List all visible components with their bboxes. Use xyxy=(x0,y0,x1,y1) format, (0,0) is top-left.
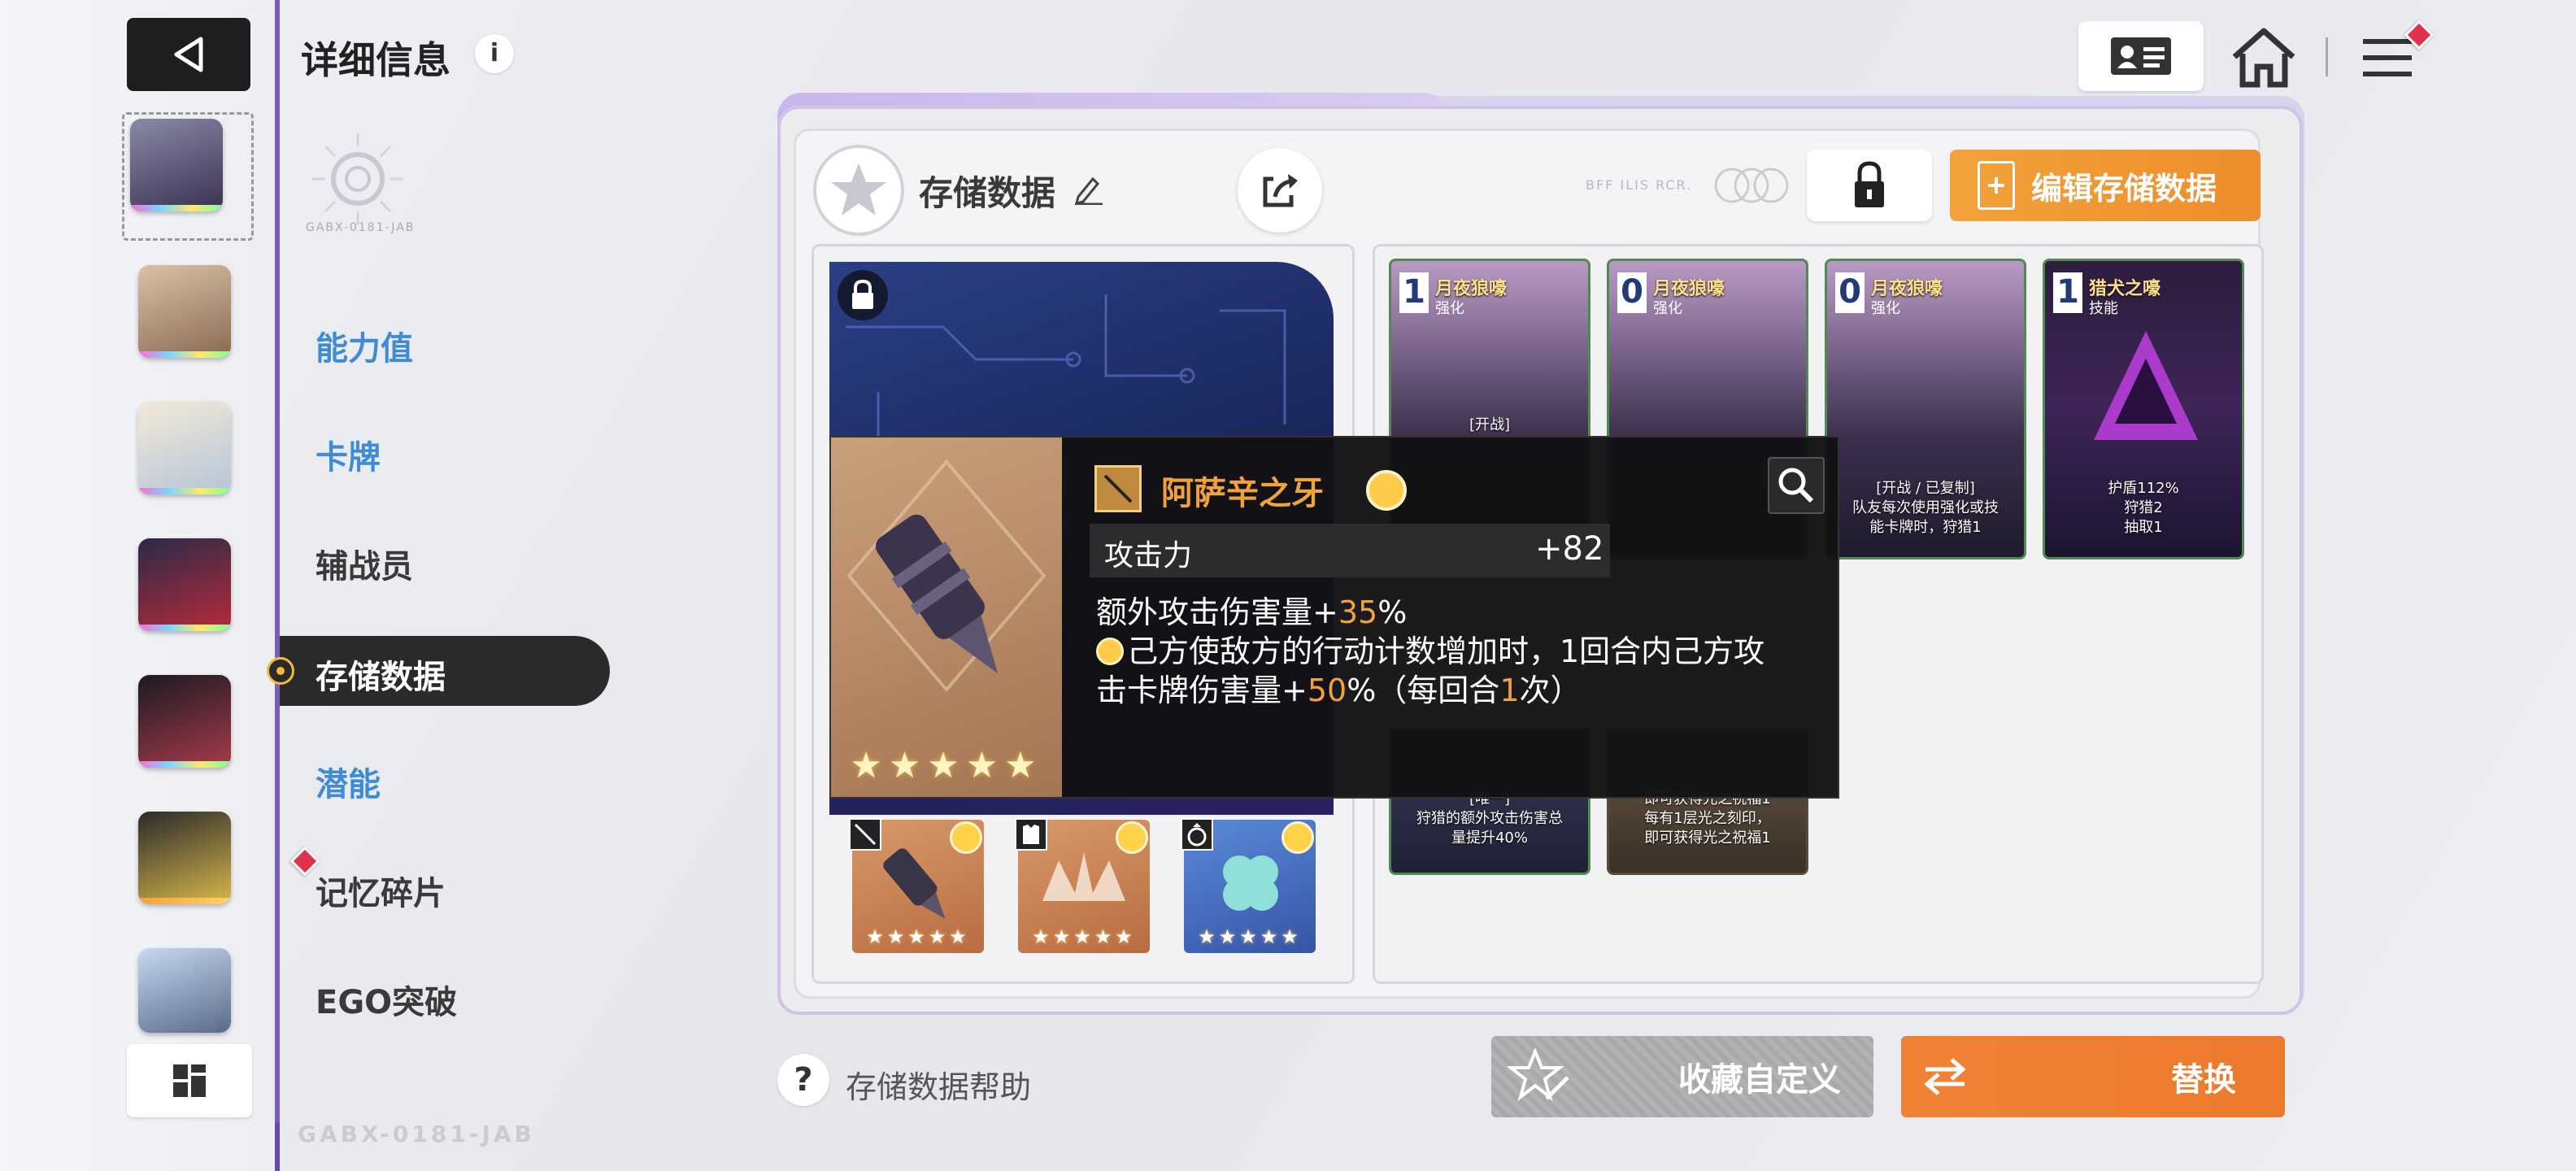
sun-badge-icon xyxy=(950,821,982,854)
info-button[interactable]: i xyxy=(475,34,514,73)
gauntlet-art-icon xyxy=(846,459,1046,693)
card-type: 技能 xyxy=(2089,300,2118,317)
id-card-icon xyxy=(2111,37,2171,75)
armor-type-icon xyxy=(1015,818,1047,851)
storage-badge xyxy=(813,145,904,236)
edit-card-icon xyxy=(1978,161,2015,210)
menu-cards[interactable]: 卡牌 xyxy=(315,431,381,478)
effect-line-1: 额外攻击伤害量+35% xyxy=(1096,594,1408,630)
edit-storage-button[interactable]: 编辑存储数据 xyxy=(1950,150,2261,221)
avatar-character-3[interactable] xyxy=(138,402,231,494)
replace-label: 替换 xyxy=(2171,1061,2236,1099)
grid-view-button[interactable] xyxy=(127,1044,252,1117)
stat-name: 攻击力 xyxy=(1104,539,1193,572)
item-name: 阿萨辛之牙 xyxy=(1161,475,1324,512)
avatar-wolf[interactable] xyxy=(130,119,223,211)
card-type: 强化 xyxy=(1435,300,1464,317)
card-cost: 1 xyxy=(2053,272,2082,313)
grid-icon xyxy=(173,1064,206,1097)
menu-potential[interactable]: 潜能 xyxy=(315,758,381,805)
edit-storage-label: 编辑存储数据 xyxy=(2031,170,2217,207)
header-separator xyxy=(2326,37,2328,76)
card-type: 强化 xyxy=(1653,300,1682,317)
active-indicator-dot xyxy=(267,657,294,685)
item-stars: ★★★★★ xyxy=(850,745,1043,786)
sun-badge-icon xyxy=(1116,821,1148,854)
small-lock-icon xyxy=(852,279,873,309)
search-icon xyxy=(1778,468,1814,503)
favorite-custom-button[interactable]: 收藏自定义 xyxy=(1491,1036,1873,1117)
sun-mini-icon xyxy=(1096,638,1124,665)
card-type: 强化 xyxy=(1871,300,1900,317)
card-desc: [开战 / 已复制] 队友每次使用强化或技 能卡牌时，狩猎1 xyxy=(1852,480,1999,536)
deck-card[interactable]: 0 月夜狼嚎 强化 [开战 / 已复制] 队友每次使用强化或技 能卡牌时，狩猎1 xyxy=(1825,259,2026,559)
avatar-character-4[interactable] xyxy=(138,538,231,631)
avatar-character-5[interactable] xyxy=(138,675,231,768)
weapon-type-icon xyxy=(1094,465,1142,512)
back-arrow-icon xyxy=(174,37,203,72)
home-icon[interactable] xyxy=(2230,24,2298,89)
menu-support[interactable]: 辅战员 xyxy=(315,540,413,587)
storage-title: 存储数据 xyxy=(919,173,1056,213)
stat-value: +82 xyxy=(1535,530,1604,568)
deck-card[interactable]: 1 猎犬之嚎 技能 护盾112% 狩猎2 抽取1 xyxy=(2043,259,2244,559)
slot-stars: ★★★★★ xyxy=(866,925,970,948)
lock-button[interactable] xyxy=(1807,150,1932,221)
emblem-code: GABX-0181-JAB xyxy=(306,221,416,234)
avatar-character-2[interactable] xyxy=(138,265,231,358)
card-cost: 0 xyxy=(1835,272,1865,313)
profile-card-button[interactable] xyxy=(2078,21,2204,91)
back-button[interactable] xyxy=(127,18,250,91)
share-icon xyxy=(1263,174,1298,207)
weapon-type-icon xyxy=(849,818,881,851)
slot-stars: ★★★★★ xyxy=(1032,925,1136,948)
rings-icon xyxy=(1714,168,1789,203)
footer-code: GABX-0181-JAB xyxy=(298,1121,535,1147)
swap-arrows-icon xyxy=(1924,1058,1966,1095)
page-title: 详细信息 xyxy=(301,38,450,82)
rail-divider xyxy=(275,0,280,1171)
share-button[interactable] xyxy=(1238,148,1322,233)
item-sun-icon xyxy=(1366,470,1407,511)
star-icon xyxy=(831,163,886,215)
ring-type-icon xyxy=(1181,818,1213,851)
effect-line-3: 击卡牌伤害量+50%（每回合1次） xyxy=(1096,673,1582,708)
card-cost: 1 xyxy=(1399,272,1429,313)
rail-divider-accent xyxy=(275,1122,280,1171)
favorite-custom-label: 收藏自定义 xyxy=(1678,1061,1841,1099)
tooltip-search-button[interactable] xyxy=(1768,457,1825,514)
effect-line-2: 己方使敌方的行动计数增加时，1回合内己方攻 xyxy=(1096,631,1764,672)
card-desc: 护盾112% 狩猎2 抽取1 xyxy=(2108,480,2179,536)
lock-icon xyxy=(1855,161,1884,207)
triangle-crystal-icon xyxy=(2094,331,2198,440)
avatar-character-7[interactable] xyxy=(138,948,231,1033)
menu-memory-fragments[interactable]: 记忆碎片 xyxy=(315,867,446,914)
card-desc: [开战] xyxy=(1469,416,1511,433)
help-icon[interactable]: ? xyxy=(777,1054,829,1106)
menu-ego-breakthrough[interactable]: EGO突破 xyxy=(315,976,457,1023)
slot-stars: ★★★★★ xyxy=(1198,925,1302,948)
emblem-icon xyxy=(312,133,403,224)
help-link[interactable]: 存储数据帮助 xyxy=(846,1062,1031,1107)
menu-storage[interactable]: 存储数据 xyxy=(315,651,446,698)
item-art xyxy=(831,437,1062,797)
pencil-icon[interactable] xyxy=(1072,172,1104,205)
sun-badge-icon xyxy=(1281,821,1314,854)
menu-stats[interactable]: 能力值 xyxy=(315,322,413,369)
faint-code-label: BFF ILIS RCR. xyxy=(1586,177,1693,193)
avatar-character-6[interactable] xyxy=(138,812,231,904)
star-edit-icon xyxy=(1508,1048,1569,1102)
card-lock-badge xyxy=(838,270,888,320)
card-cost: 0 xyxy=(1617,272,1647,313)
replace-button[interactable]: 替换 xyxy=(1901,1036,2285,1117)
